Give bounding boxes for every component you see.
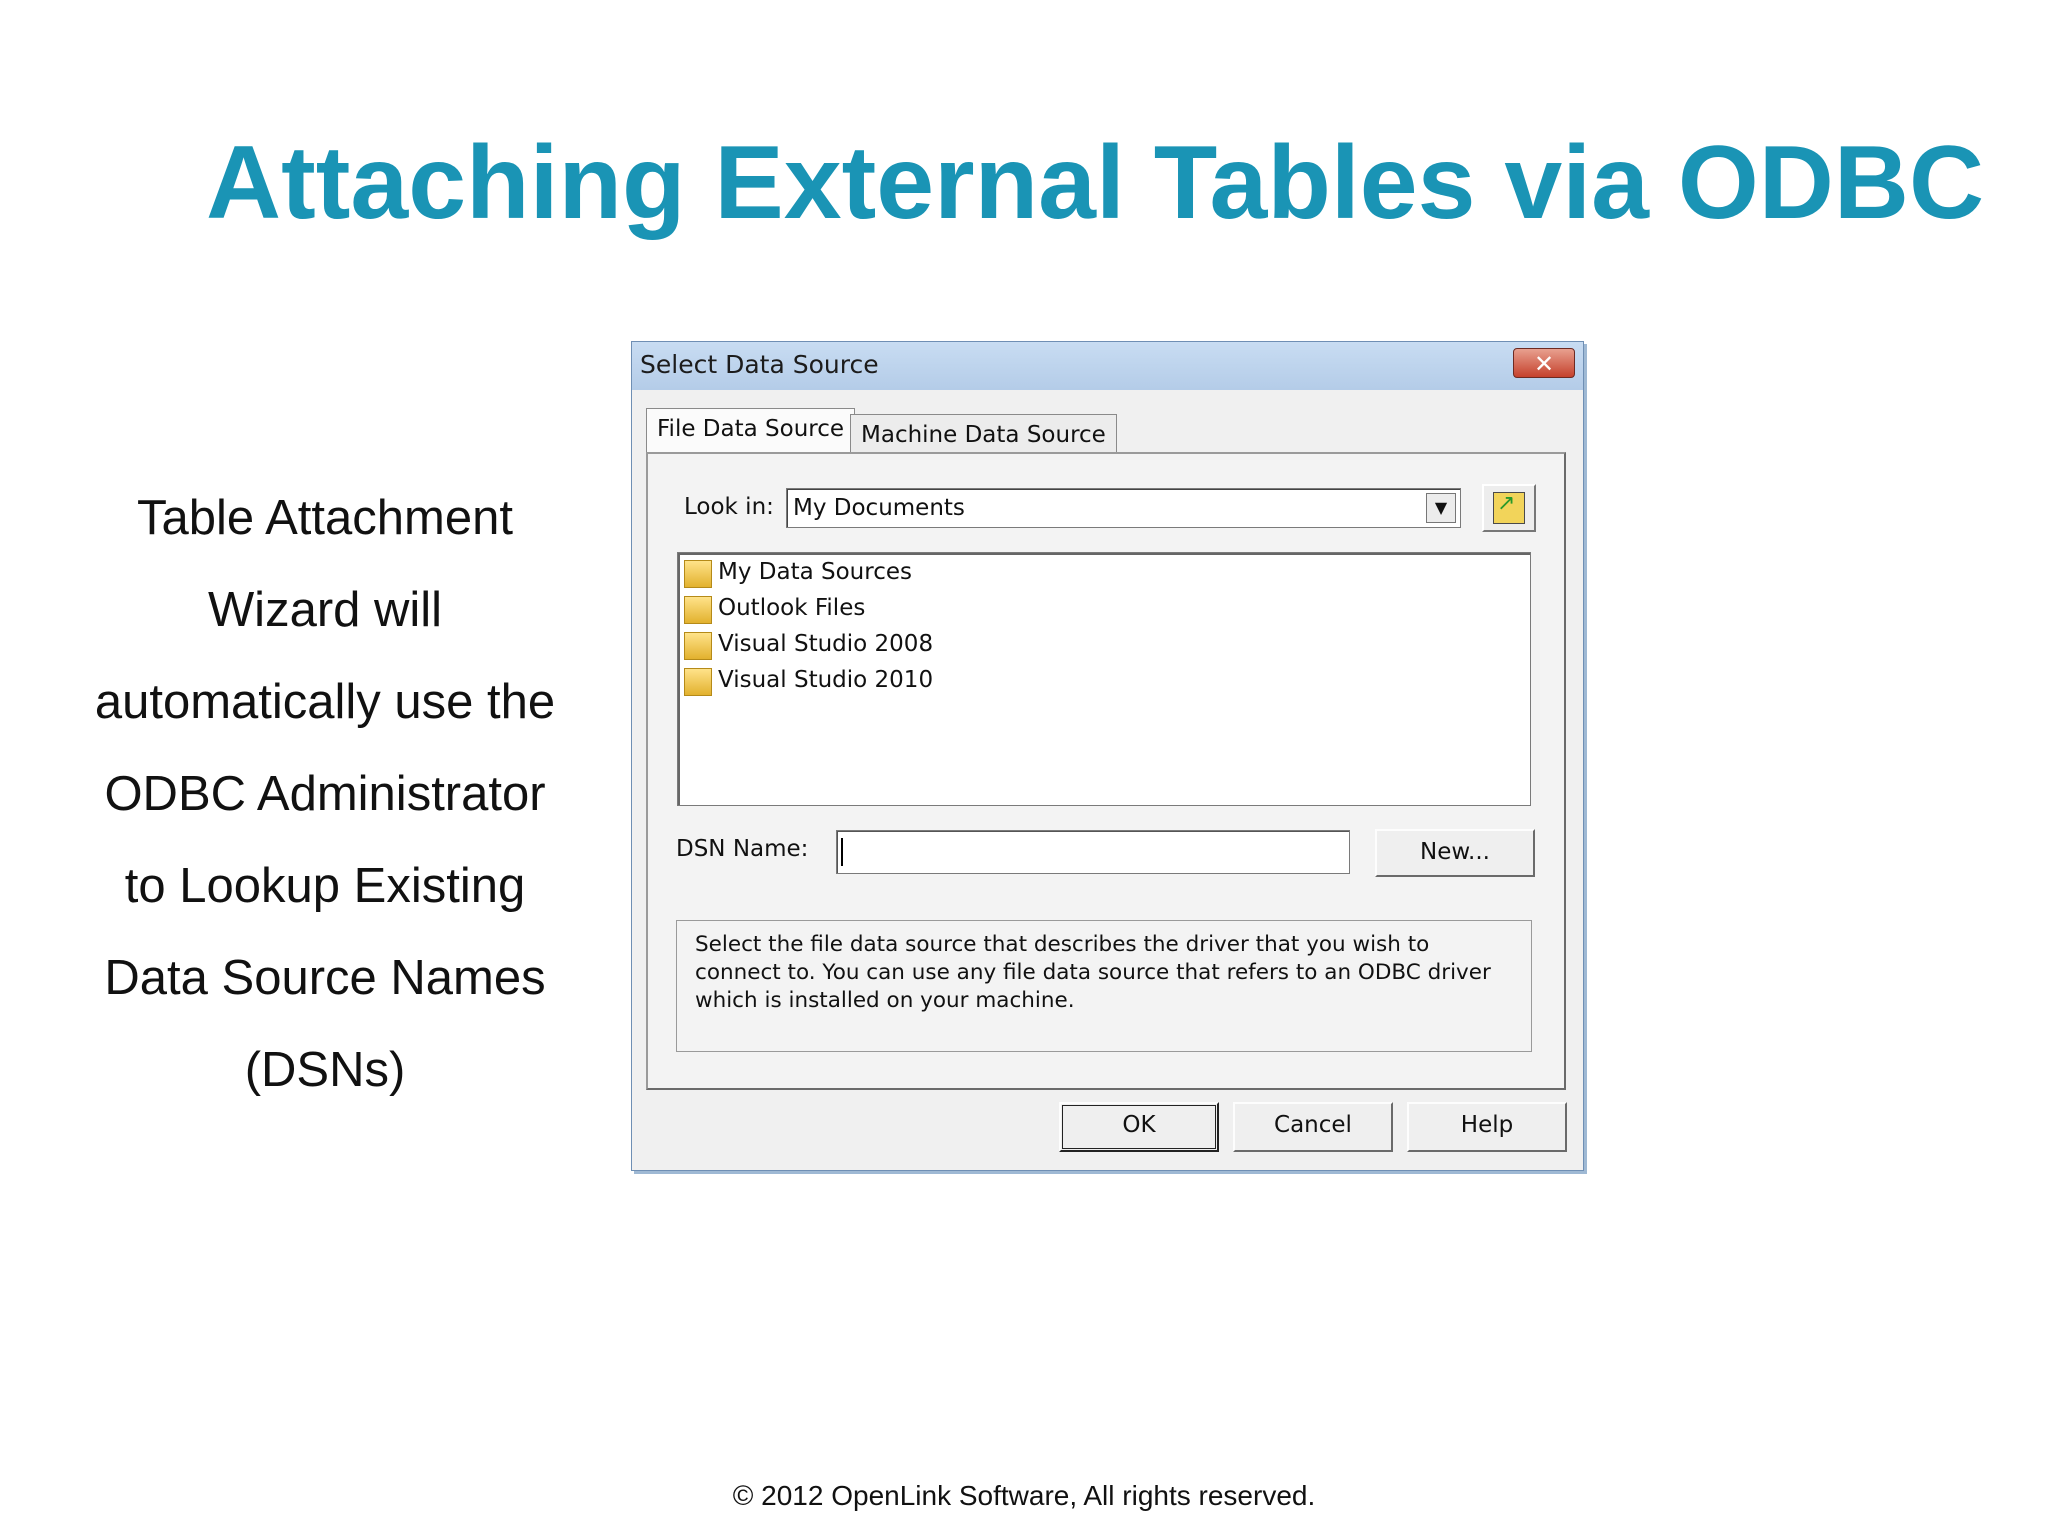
close-button[interactable]: ✕ <box>1513 348 1575 378</box>
side-line: to Lookup Existing <box>124 859 526 913</box>
file-name: Visual Studio 2010 <box>718 667 934 693</box>
side-line: Data Source Names <box>104 951 546 1005</box>
file-name: My Data Sources <box>718 559 912 585</box>
side-line: automatically use the <box>94 675 556 729</box>
side-line: Table Attachment <box>137 491 513 545</box>
look-in-label: Look in: <box>684 494 774 520</box>
dialog-titlebar[interactable]: Select Data Source ✕ <box>632 342 1583 390</box>
dsn-name-label: DSN Name: <box>676 836 809 862</box>
folder-icon <box>684 596 712 624</box>
copyright-footer: © 2012 OpenLink Software, All rights res… <box>732 1480 1316 1511</box>
tab-file-data-source[interactable]: File Data Source <box>646 408 856 454</box>
description-text: Select the file data source that describ… <box>695 932 1491 1013</box>
side-line: ODBC Administrator <box>104 767 546 821</box>
help-button[interactable]: Help <box>1407 1102 1567 1152</box>
ok-button[interactable]: OK <box>1059 1102 1219 1152</box>
folder-icon <box>684 668 712 696</box>
chevron-down-icon[interactable]: ▼ <box>1426 493 1456 523</box>
text-caret <box>841 838 843 866</box>
look-in-dropdown[interactable]: My Documents ▼ <box>786 488 1461 528</box>
slide-title: Attaching External Tables via ODBC <box>206 125 1985 241</box>
dialog-title: Select Data Source <box>640 350 879 379</box>
side-line: Wizard will <box>207 583 443 637</box>
tab-machine-data-source[interactable]: Machine Data Source <box>850 414 1117 454</box>
new-folder-icon <box>1493 491 1525 524</box>
look-in-value: My Documents <box>793 495 965 521</box>
special-folder-icon <box>684 560 712 588</box>
side-description: Table Attachment Wizard will automatical… <box>60 472 590 1116</box>
select-data-source-dialog: Select Data Source ✕ File Data Source Ma… <box>631 341 1584 1171</box>
file-list[interactable]: My Data Sources Outlook Files Visual Stu… <box>677 552 1531 806</box>
cancel-button[interactable]: Cancel <box>1233 1102 1393 1152</box>
dsn-name-input[interactable] <box>836 830 1350 874</box>
file-name: Visual Studio 2008 <box>718 631 934 657</box>
side-line: (DSNs) <box>244 1043 406 1097</box>
new-button[interactable]: New... <box>1375 829 1535 877</box>
close-icon: ✕ <box>1533 350 1555 378</box>
file-name: Outlook Files <box>718 595 866 621</box>
folder-icon <box>684 632 712 660</box>
description-box: Select the file data source that describ… <box>676 920 1532 1052</box>
new-folder-button[interactable] <box>1482 484 1536 532</box>
